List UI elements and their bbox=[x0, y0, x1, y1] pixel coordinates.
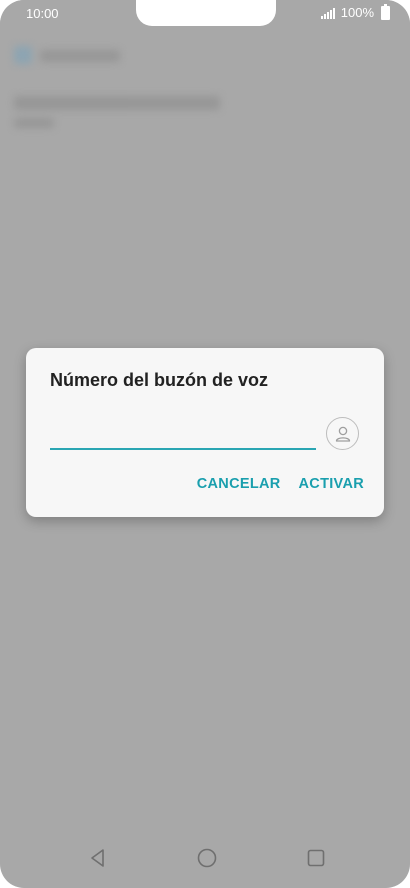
contact-picker-button[interactable] bbox=[326, 417, 359, 450]
navigation-bar bbox=[0, 828, 410, 888]
voicemail-number-dialog: Número del buzón de voz CANCELAR ACTIVAR bbox=[26, 348, 384, 517]
recents-button[interactable] bbox=[296, 838, 336, 878]
battery-icon bbox=[381, 3, 390, 20]
back-button[interactable] bbox=[78, 838, 118, 878]
blurred-app-icon bbox=[14, 46, 32, 64]
home-button[interactable] bbox=[187, 838, 227, 878]
dialog-actions: CANCELAR ACTIVAR bbox=[197, 476, 364, 492]
blurred-app-title bbox=[40, 50, 120, 62]
phone-screen: 10:00 100% Número del buzón de voz CANCE… bbox=[0, 0, 410, 888]
voicemail-number-input[interactable] bbox=[50, 416, 316, 450]
status-time: 10:00 bbox=[26, 6, 59, 21]
signal-icon bbox=[320, 7, 335, 19]
dialog-title: Número del buzón de voz bbox=[50, 370, 269, 390]
blurred-setting-subtitle bbox=[14, 118, 54, 128]
activate-button[interactable]: ACTIVAR bbox=[299, 476, 364, 492]
blurred-setting-row bbox=[14, 96, 220, 110]
status-bar: 10:00 100% bbox=[0, 0, 410, 28]
battery-percentage: 100% bbox=[340, 5, 374, 20]
cancel-button[interactable]: CANCELAR bbox=[197, 476, 281, 492]
back-icon bbox=[91, 849, 104, 867]
home-icon bbox=[197, 848, 217, 868]
contact-person-icon bbox=[335, 426, 350, 442]
status-indicators: 100% bbox=[320, 3, 390, 20]
camera-notch bbox=[136, 0, 276, 26]
recents-icon bbox=[307, 849, 325, 867]
